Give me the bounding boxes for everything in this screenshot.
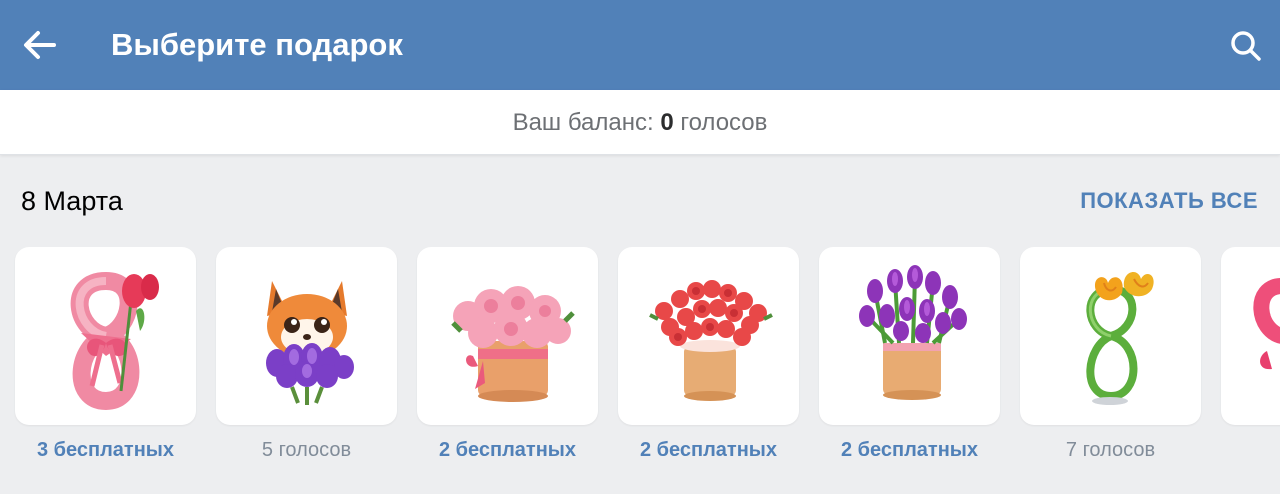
ribbon-eight-tulip-icon bbox=[70, 271, 159, 411]
gift-item[interactable]: 7 голосов bbox=[1020, 247, 1201, 462]
gift-label: 5 голосов bbox=[261, 439, 352, 461]
gift-item[interactable]: 2 бесплатных bbox=[819, 247, 1000, 462]
gift-item[interactable]: 5 bbox=[1221, 247, 1280, 462]
gift-item[interactable]: 2 бесплатных bbox=[618, 247, 799, 462]
gift-label: 2 бесплатных bbox=[840, 439, 978, 461]
gift-label: 2 бесплатных bbox=[639, 439, 777, 461]
tulip-hatbox-icon bbox=[858, 265, 967, 400]
search-icon bbox=[1231, 31, 1261, 61]
gift-card bbox=[417, 247, 598, 425]
tulip-eight-icon bbox=[1085, 272, 1154, 405]
ribbon-eight-icon bbox=[1252, 278, 1280, 370]
gift-carousel: 5 голосов 3 бесплатных bbox=[0, 247, 1280, 487]
gift-item[interactable]: 5 голосов 3 бесплатных bbox=[15, 247, 196, 462]
gift-card bbox=[216, 247, 397, 425]
balance-bar: Ваш баланс: 0 голосов bbox=[0, 90, 1280, 155]
show-all-link[interactable]: ПОКАЗАТЬ ВСЕ bbox=[1080, 186, 1258, 216]
balance-amount: 0 bbox=[660, 109, 674, 136]
gift-label: 3 бесплатных bbox=[36, 439, 174, 461]
arrow-left-icon bbox=[24, 31, 56, 59]
peony-hatbox-icon bbox=[450, 286, 575, 402]
fox-with-flowers-icon bbox=[265, 281, 354, 405]
rose-hatbox-icon bbox=[648, 280, 773, 401]
page-title: Выберите подарок bbox=[111, 27, 403, 62]
back-button[interactable] bbox=[18, 23, 62, 67]
gift-card bbox=[819, 247, 1000, 425]
top-bar: Выберите подарок bbox=[0, 0, 1280, 90]
search-button[interactable] bbox=[1224, 24, 1268, 68]
gift-label: 2 бесплатных bbox=[438, 439, 576, 461]
gift-card bbox=[15, 247, 196, 425]
section-title: 8 Марта bbox=[21, 186, 123, 216]
gift-card bbox=[1020, 247, 1201, 425]
gift-card bbox=[1221, 247, 1280, 425]
gift-label: 5 bbox=[1221, 438, 1280, 462]
balance-suffix: голосов bbox=[673, 109, 768, 136]
balance-prefix: Ваш баланс: bbox=[512, 109, 661, 136]
gift-card bbox=[618, 247, 799, 425]
gift-item[interactable]: 2 бесплатных bbox=[417, 247, 598, 462]
gift-label: 7 голосов bbox=[1065, 439, 1156, 461]
gift-item[interactable]: 5 голосов bbox=[216, 247, 397, 462]
